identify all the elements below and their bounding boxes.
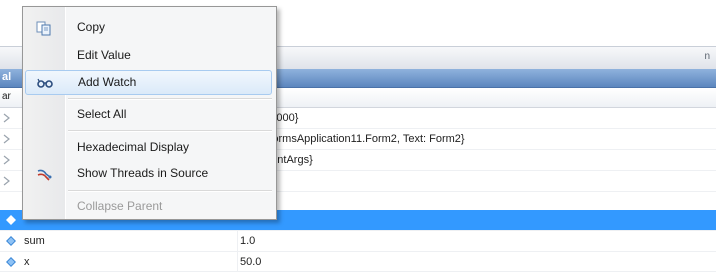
menu-item-label: Show Threads in Source	[77, 166, 209, 180]
context-menu: Copy Edit Value Add Watch Select All Hex…	[22, 6, 277, 220]
menu-item-collapse-parent[interactable]: Collapse Parent	[25, 194, 272, 219]
row-name: x	[24, 256, 30, 268]
menu-item-copy[interactable]: Copy	[25, 15, 272, 40]
expand-icon[interactable]	[3, 176, 11, 186]
name-column-header[interactable]: ar	[2, 91, 11, 102]
expand-icon[interactable]	[3, 113, 11, 123]
menu-item-label: Select All	[77, 107, 127, 121]
expand-icon[interactable]	[3, 134, 11, 144]
menu-item-label: Add Watch	[78, 75, 137, 89]
menu-item-label: Edit Value	[77, 48, 131, 62]
menu-item-label: Collapse Parent	[77, 199, 163, 213]
menu-item-select-all[interactable]: Select All	[25, 102, 272, 127]
menu-item-edit-value[interactable]: Edit Value	[25, 43, 272, 68]
menu-item-label: Hexadecimal Display	[77, 140, 190, 154]
row-name: sum	[24, 235, 45, 247]
menu-separator	[68, 190, 272, 192]
threads-icon	[37, 169, 52, 181]
copy-icon	[36, 21, 51, 36]
variable-icon	[6, 236, 16, 246]
menu-item-hexadecimal-display[interactable]: Hexadecimal Display	[25, 135, 272, 160]
menu-separator	[68, 98, 272, 100]
row-value: 50.0	[240, 256, 262, 268]
menu-separator	[68, 130, 272, 132]
variable-icon	[6, 257, 16, 267]
table-row[interactable]: x 50.0	[0, 252, 716, 272]
glasses-icon	[37, 78, 53, 88]
menu-item-label: Copy	[77, 20, 106, 34]
expand-icon[interactable]	[3, 155, 11, 165]
variable-icon	[6, 215, 16, 225]
row-value: 1.0	[240, 235, 256, 247]
toolbar-pin-icon[interactable]: n	[704, 51, 710, 62]
menu-item-add-watch[interactable]: Add Watch	[25, 70, 272, 95]
menu-item-show-threads[interactable]: Show Threads in Source	[25, 161, 272, 186]
table-row[interactable]: sum 1.0	[0, 231, 716, 252]
panel-title-text: al	[2, 71, 12, 83]
